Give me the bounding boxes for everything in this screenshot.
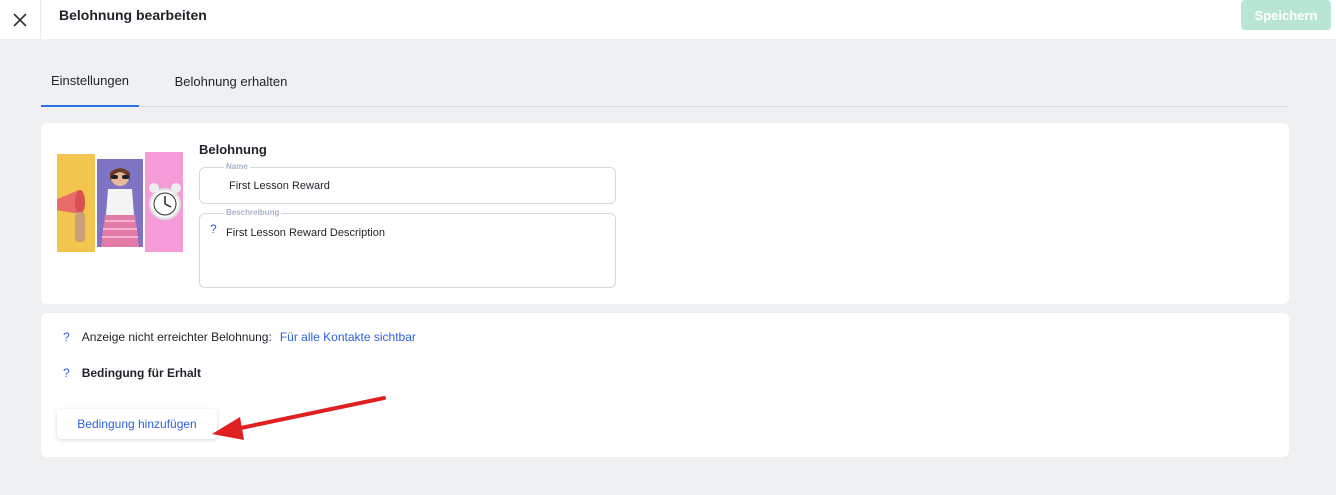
help-icon[interactable]: ? bbox=[210, 222, 217, 236]
tab-bar: Einstellungen Belohnung erhalten bbox=[41, 56, 1289, 107]
description-label: Beschreibung bbox=[224, 208, 282, 218]
visibility-row: ? Anzeige nicht erreichter Belohnung: Fü… bbox=[63, 330, 416, 344]
reward-card: Belohnung Name First Lesson Reward Besch… bbox=[41, 123, 1289, 304]
alarm-clock-image bbox=[145, 152, 183, 252]
description-input[interactable]: First Lesson Reward Description bbox=[226, 227, 385, 239]
tab-receive-reward[interactable]: Belohnung erhalten bbox=[161, 56, 301, 107]
page-title: Belohnung bearbeiten bbox=[59, 7, 207, 23]
save-button[interactable]: Speichern bbox=[1241, 0, 1331, 30]
name-input[interactable]: First Lesson Reward bbox=[229, 180, 330, 192]
visibility-link[interactable]: Für alle Kontakte sichtbar bbox=[280, 330, 416, 344]
add-condition-button[interactable]: Bedingung hinzufügen bbox=[57, 409, 217, 439]
tab-settings[interactable]: Einstellungen bbox=[41, 56, 139, 107]
woman-photo bbox=[97, 159, 143, 247]
reward-section-title: Belohnung bbox=[199, 142, 267, 157]
help-icon[interactable]: ? bbox=[63, 366, 70, 380]
help-icon[interactable]: ? bbox=[63, 330, 70, 344]
name-label: Name bbox=[224, 162, 250, 172]
close-button[interactable] bbox=[0, 0, 41, 39]
close-icon bbox=[13, 12, 27, 27]
condition-label: Bedingung für Erhalt bbox=[81, 366, 202, 380]
description-field[interactable]: Beschreibung ? First Lesson Reward Descr… bbox=[199, 208, 616, 288]
condition-row: ? Bedingung für Erhalt bbox=[63, 366, 201, 380]
reward-image[interactable] bbox=[57, 151, 183, 255]
conditions-card: ? Anzeige nicht erreichter Belohnung: Fü… bbox=[41, 313, 1289, 457]
name-field[interactable]: Name First Lesson Reward bbox=[199, 162, 616, 204]
top-bar: Belohnung bearbeiten Speichern bbox=[0, 0, 1336, 39]
megaphone-image bbox=[57, 154, 95, 252]
visibility-label: Anzeige nicht erreichter Belohnung: bbox=[81, 330, 272, 344]
